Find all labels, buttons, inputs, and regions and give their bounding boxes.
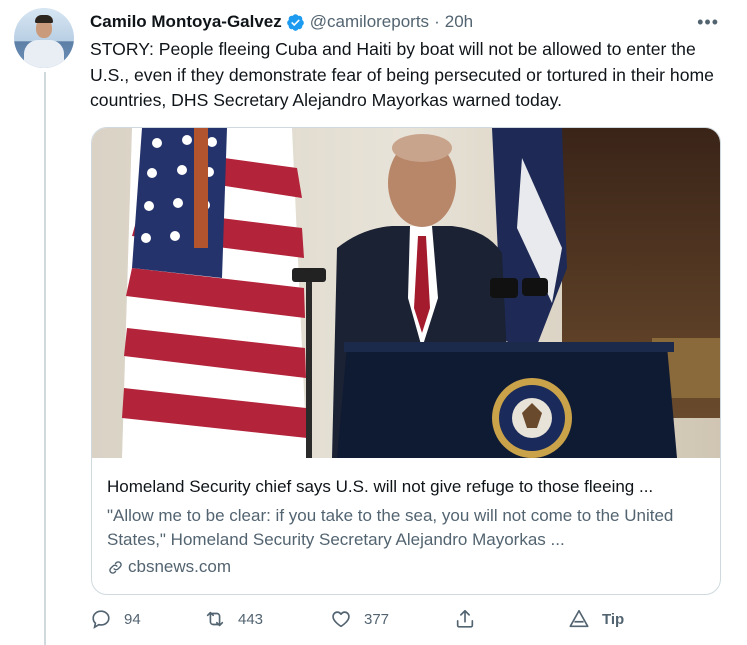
reply-button[interactable]: 94 [90,608,141,630]
heart-icon [332,611,350,628]
header-separator: · [434,12,440,31]
share-button[interactable] [454,608,488,630]
tip-label[interactable]: Tip [602,611,624,628]
reply-icon [92,610,110,629]
author-handle[interactable]: @camiloreports [310,12,429,32]
author-name[interactable]: Camilo Montoya-Galvez [90,12,282,32]
link-icon [109,560,122,574]
share-icon [456,609,474,628]
card-text: Homeland Security chief says U.S. will n… [107,475,707,579]
like-count: 377 [364,610,390,628]
retweet-count: 443 [238,610,264,628]
more-options-icon[interactable]: ••• [697,12,719,33]
tweet-time[interactable]: 20h [445,12,473,32]
card-description: "Allow me to be clear: if you take to th… [107,506,674,549]
card-domain-text[interactable]: cbsnews.com [128,555,231,579]
avatar[interactable] [14,8,74,68]
tip-icon [569,609,589,628]
avatar-hair [35,15,53,23]
tweet-header: Camilo Montoya-Galvez @camiloreports · 2… [90,10,473,34]
retweet-icon [206,611,224,627]
card-domain[interactable]: cbsnews.com [107,555,707,579]
card-title[interactable]: Homeland Security chief says U.S. will n… [107,475,707,499]
verified-badge-icon [286,13,304,31]
like-button[interactable]: 377 [330,608,389,630]
card-image[interactable] [92,128,720,458]
retweet-button[interactable]: 443 [204,608,263,630]
thread-line [44,72,46,645]
tip-button[interactable]: Tip [568,608,624,630]
tweet-text: STORY: People fleeing Cuba and Haiti by … [90,39,714,110]
reply-count: 94 [124,610,141,628]
tweet-actions: 94 443 377 Tip [90,608,630,638]
link-card[interactable]: Homeland Security chief says U.S. will n… [91,127,721,595]
avatar-shirt [24,40,64,68]
